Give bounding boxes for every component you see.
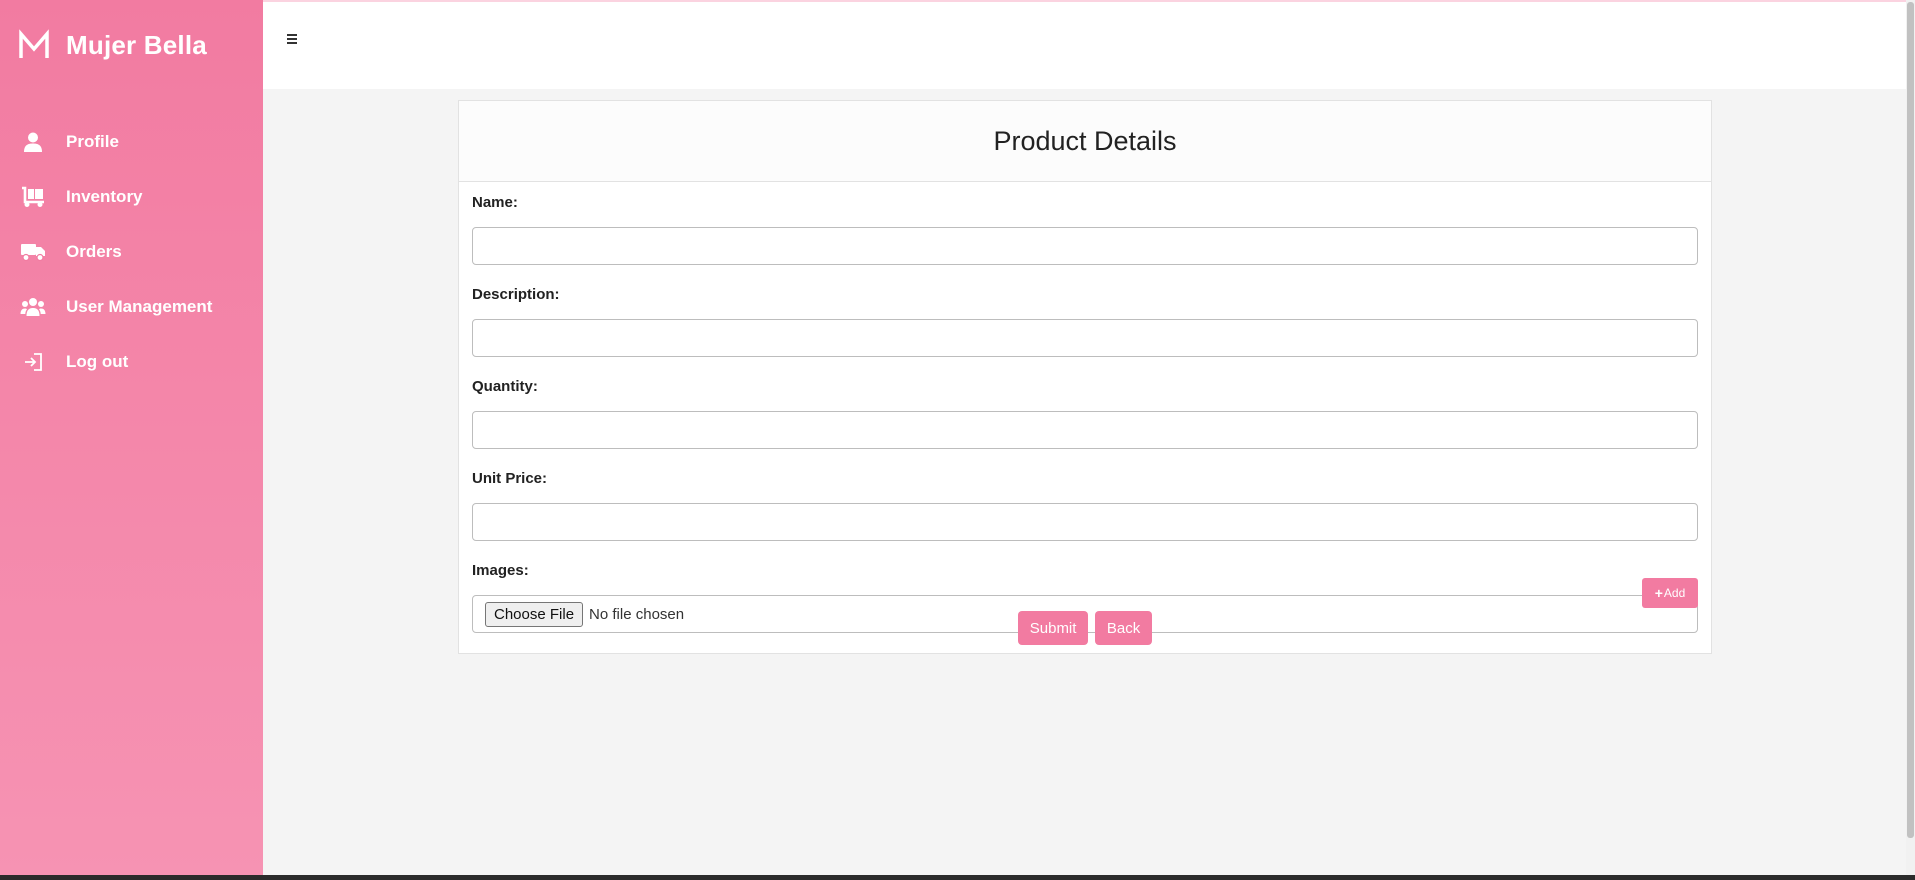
product-details-card: Product Details Name: Description: Quant…: [458, 100, 1712, 654]
add-image-button[interactable]: + Add: [1642, 578, 1698, 608]
page-title: Product Details: [993, 125, 1177, 156]
vertical-scrollbar[interactable]: [1906, 0, 1915, 875]
hamburger-icon[interactable]: [287, 32, 303, 48]
top-bar: [263, 0, 1906, 89]
name-field[interactable]: [472, 227, 1698, 265]
scrollbar-thumb[interactable]: [1907, 2, 1914, 838]
sidebar-nav: Profile Inventory Orders User Management…: [0, 114, 263, 389]
unit-price-label: Unit Price:: [472, 470, 548, 487]
card-header: Product Details: [459, 101, 1711, 182]
sidebar-item-label: Log out: [66, 351, 129, 371]
sidebar-item-log-out[interactable]: Log out: [0, 334, 263, 389]
brand-name: Mujer Bella: [66, 29, 207, 60]
product-form: Name: Description: Quantity: Unit Price:…: [472, 193, 1698, 645]
sidebar-item-user-management[interactable]: User Management: [0, 279, 263, 334]
add-button-label: Add: [1663, 586, 1686, 600]
brand-m-logo-icon: [18, 29, 50, 61]
sidebar-item-label: Inventory: [66, 186, 143, 206]
images-label: Images:: [472, 562, 529, 579]
back-button[interactable]: Back: [1094, 611, 1153, 645]
form-actions: Submit Back: [472, 611, 1698, 645]
sidebar-item-orders[interactable]: Orders: [0, 224, 263, 279]
name-label: Name:: [472, 194, 518, 211]
quantity-label: Quantity:: [472, 378, 538, 395]
sign-out-icon: [20, 349, 46, 375]
sidebar: Mujer Bella Profile Inventory Orders Use…: [0, 0, 263, 875]
user-icon: [20, 129, 46, 155]
submit-button[interactable]: Submit: [1017, 611, 1089, 645]
dolly-icon: [20, 184, 46, 210]
sidebar-item-label: Orders: [66, 241, 122, 261]
sidebar-item-label: Profile: [66, 131, 119, 151]
description-label: Description:: [472, 286, 560, 303]
bottom-edge: [0, 875, 1915, 880]
sidebar-item-label: User Management: [66, 296, 213, 316]
quantity-field[interactable]: [472, 411, 1698, 449]
users-icon: [20, 294, 46, 320]
sidebar-item-inventory[interactable]: Inventory: [0, 169, 263, 224]
brand[interactable]: Mujer Bella: [18, 28, 207, 62]
description-field[interactable]: [472, 319, 1698, 357]
unit-price-field[interactable]: [472, 503, 1698, 541]
plus-icon: +: [1654, 585, 1663, 601]
truck-icon: [20, 239, 46, 265]
sidebar-item-profile[interactable]: Profile: [0, 114, 263, 169]
